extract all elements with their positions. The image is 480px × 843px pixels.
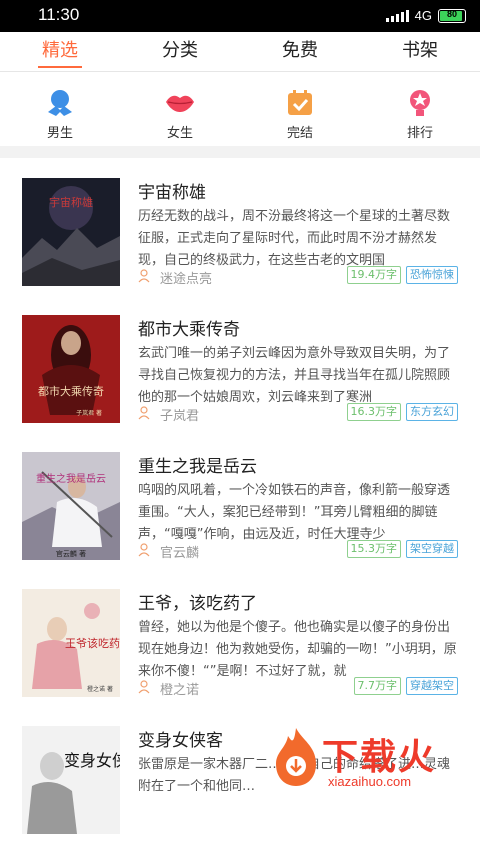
word-count-badge: 15.3万字 — [347, 540, 402, 558]
category-shortcuts: 男生 女生 完结 排行 — [0, 72, 480, 146]
tab-featured[interactable]: 精选 — [0, 32, 120, 71]
book-meta: 迷途点亮 19.4万字 恐怖惊悚 — [138, 266, 458, 286]
category-label: 男生 — [47, 122, 73, 141]
tab-category[interactable]: 分类 — [120, 32, 240, 71]
flame-icon — [272, 726, 320, 788]
category-ranking[interactable]: 排行 — [360, 72, 480, 146]
watermark-url: xiazaihuo.com — [328, 774, 411, 789]
status-bar: 11:30 4G 80 — [0, 0, 480, 32]
book-title: 宇宙称雄 — [138, 178, 206, 203]
cover-title: 宇宙称雄 — [49, 195, 93, 209]
genre-badge: 恐怖惊悚 — [406, 266, 458, 284]
book-author: 迷途点亮 — [160, 268, 212, 287]
category-label: 排行 — [407, 122, 433, 141]
cover-author: 子岚君 著 — [76, 409, 102, 417]
genre-badge: 东方玄幻 — [406, 403, 458, 421]
book-description: 曾经，她以为他是个傻子。他也确实是以傻子的身份出现在她身边！他为救她受伤，却骗的… — [138, 617, 458, 683]
cover-title: 都市大乘传奇 — [38, 384, 104, 398]
book-cover[interactable]: 变身女侠 — [22, 726, 120, 834]
person-icon — [138, 269, 150, 283]
battery-icon: 80 — [438, 9, 466, 23]
book-description: 历经无数的战斗，周不汾最终将这一个星球的土著尽数征服，正式走向了星际时代，而此时… — [138, 206, 458, 272]
category-label: 完结 — [287, 122, 313, 141]
person-icon — [138, 406, 150, 420]
book-description: 玄武门唯一的弟子刘云峰因为意外导致双目失明，为了寻找自己恢复视力的方法，并且寻找… — [138, 343, 458, 409]
word-count-badge: 7.7万字 — [354, 677, 402, 695]
book-cover[interactable]: 都市大乘传奇 子岚君 著 — [22, 315, 120, 423]
word-count-badge: 16.3万字 — [347, 403, 402, 421]
book-meta: 官云麟 15.3万字 架空穿越 — [138, 540, 458, 560]
network-type: 4G — [415, 8, 432, 23]
status-icons: 4G 80 — [386, 8, 466, 23]
top-tab-bar: 精选 分类 免费 书架 — [0, 32, 480, 72]
cover-author: 橙之诺 著 — [87, 685, 113, 693]
book-item[interactable]: 都市大乘传奇 子岚君 著 都市大乘传奇 玄武门唯一的弟子刘云峰因为意外导致双目失… — [0, 295, 480, 432]
trophy-icon — [405, 88, 435, 118]
genre-badge: 架空穿越 — [406, 540, 458, 558]
book-item[interactable]: 宇宙称雄 宇宙称雄 历经无数的战斗，周不汾最终将这一个星球的土著尽数征服，正式走… — [0, 158, 480, 295]
category-female[interactable]: 女生 — [120, 72, 240, 146]
signal-icon — [386, 10, 409, 22]
book-meta: 子岚君 16.3万字 东方玄幻 — [138, 403, 458, 423]
watermark-logo: 下载火 xiazaihuo.com — [270, 724, 470, 794]
genre-badge: 穿越架空 — [406, 677, 458, 695]
male-icon — [45, 88, 75, 118]
section-divider — [0, 146, 480, 158]
lips-icon — [165, 88, 195, 118]
person-icon — [138, 680, 150, 694]
category-completed[interactable]: 完结 — [240, 72, 360, 146]
category-label: 女生 — [167, 122, 193, 141]
book-meta: 橙之诺 7.7万字 穿越架空 — [138, 677, 458, 697]
book-item[interactable]: 王爷该吃药了 橙之诺 著 王爷，该吃药了 曾经，她以为他是个傻子。他也确实是以傻… — [0, 569, 480, 706]
book-description: 呜咽的风吼着，一个冷如铁石的声音，像利箭一般穿透重围。“大人，案犯已经带到！”耳… — [138, 480, 458, 546]
status-time: 11:30 — [38, 5, 79, 25]
word-count-badge: 19.4万字 — [347, 266, 402, 284]
book-author: 官云麟 — [160, 542, 199, 561]
person-icon — [138, 543, 150, 557]
book-cover[interactable]: 宇宙称雄 — [22, 178, 120, 286]
book-item[interactable]: 重生之我是岳云 官云麟 著 重生之我是岳云 呜咽的风吼着，一个冷如铁石的声音，像… — [0, 432, 480, 569]
watermark-text: 下载火 — [322, 728, 436, 780]
book-title: 重生之我是岳云 — [138, 452, 257, 477]
cover-author: 官云麟 著 — [56, 549, 86, 558]
book-cover[interactable]: 王爷该吃药了 橙之诺 著 — [22, 589, 120, 697]
battery-level: 80 — [439, 9, 465, 19]
tab-free[interactable]: 免费 — [240, 32, 360, 71]
category-male[interactable]: 男生 — [0, 72, 120, 146]
book-cover[interactable]: 重生之我是岳云 官云麟 著 — [22, 452, 120, 560]
cover-title: 重生之我是岳云 — [36, 472, 106, 485]
tab-bookshelf[interactable]: 书架 — [360, 32, 480, 71]
book-title: 王爷，该吃药了 — [138, 589, 257, 614]
calendar-check-icon — [285, 88, 315, 118]
cover-title: 变身女侠 — [64, 751, 120, 770]
book-author: 子岚君 — [160, 405, 199, 424]
book-title: 都市大乘传奇 — [138, 315, 240, 340]
book-title: 变身女侠客 — [138, 726, 223, 751]
cover-title: 王爷该吃药了 — [65, 636, 120, 650]
book-author: 橙之诺 — [160, 679, 199, 698]
